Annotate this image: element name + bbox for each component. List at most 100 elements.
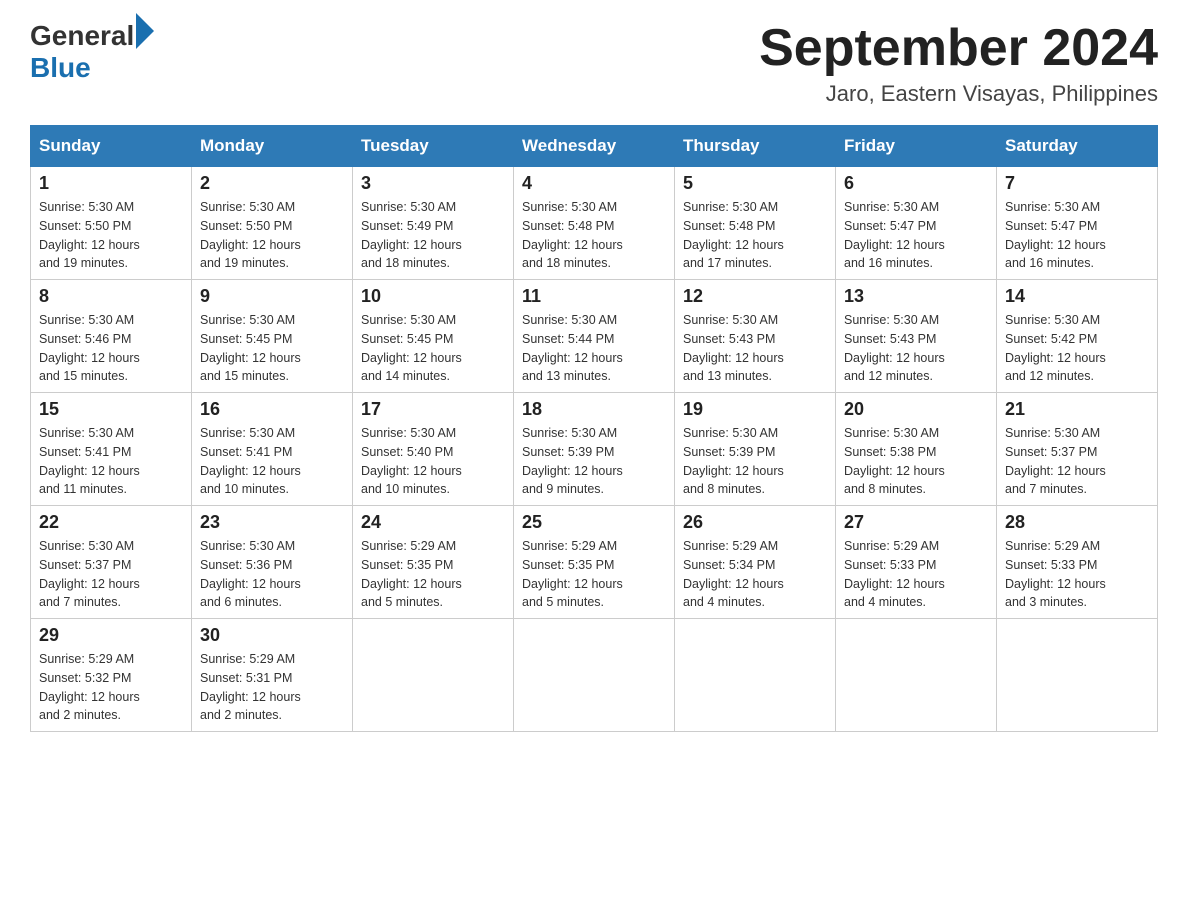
calendar-cell: 16Sunrise: 5:30 AMSunset: 5:41 PMDayligh…	[192, 393, 353, 506]
day-number: 12	[683, 286, 827, 307]
calendar-cell: 21 Sunrise: 5:30 AMSunset: 5:37 PMDayligh…	[997, 393, 1158, 506]
day-info: Sunrise: 5:30 AMSunset: 5:43 PMDaylight:…	[844, 311, 988, 386]
day-number: 3	[361, 173, 505, 194]
day-number: 26	[683, 512, 827, 533]
calendar-cell: 14 Sunrise: 5:30 AMSunset: 5:42 PMDayligh…	[997, 280, 1158, 393]
calendar-cell: 4 Sunrise: 5:30 AMSunset: 5:48 PMDaylight…	[514, 167, 675, 280]
day-info: Sunrise: 5:30 AMSunset: 5:37 PMDaylight:…	[39, 537, 183, 612]
page-header: General Blue September 2024 Jaro, Easter…	[30, 20, 1158, 107]
calendar-cell: 30 Sunrise: 5:29 AMSunset: 5:31 PMDayligh…	[192, 619, 353, 732]
day-info: Sunrise: 5:30 AMSunset: 5:39 PMDaylight:…	[522, 424, 666, 499]
logo-triangle-icon	[136, 13, 154, 49]
day-info: Sunrise: 5:30 AMSunset: 5:41 PMDaylight:…	[200, 424, 344, 499]
day-info: Sunrise: 5:30 AMSunset: 5:40 PMDaylight:…	[361, 424, 505, 499]
calendar-cell	[675, 619, 836, 732]
day-number: 22	[39, 512, 183, 533]
day-info: Sunrise: 5:29 AMSunset: 5:35 PMDaylight:…	[361, 537, 505, 612]
day-info: Sunrise: 5:29 AMSunset: 5:35 PMDaylight:…	[522, 537, 666, 612]
calendar-header-row: SundayMondayTuesdayWednesdayThursdayFrid…	[31, 126, 1158, 167]
calendar-cell: 11 Sunrise: 5:30 AMSunset: 5:44 PMDayligh…	[514, 280, 675, 393]
calendar-cell: 19 Sunrise: 5:30 AMSunset: 5:39 PMDayligh…	[675, 393, 836, 506]
day-number: 24	[361, 512, 505, 533]
calendar-cell: 27 Sunrise: 5:29 AMSunset: 5:33 PMDayligh…	[836, 506, 997, 619]
calendar-title: September 2024	[759, 20, 1158, 77]
day-number: 7	[1005, 173, 1149, 194]
day-number: 15	[39, 399, 183, 420]
day-info: Sunrise: 5:30 AMSunset: 5:43 PMDaylight:…	[683, 311, 827, 386]
calendar-cell: 3 Sunrise: 5:30 AMSunset: 5:49 PMDaylight…	[353, 167, 514, 280]
calendar-week-row: 22 Sunrise: 5:30 AMSunset: 5:37 PMDayligh…	[31, 506, 1158, 619]
column-header-wednesday: Wednesday	[514, 126, 675, 167]
day-number: 28	[1005, 512, 1149, 533]
column-header-friday: Friday	[836, 126, 997, 167]
calendar-cell	[997, 619, 1158, 732]
calendar-cell: 20 Sunrise: 5:30 AMSunset: 5:38 PMDayligh…	[836, 393, 997, 506]
day-number: 11	[522, 286, 666, 307]
day-number: 13	[844, 286, 988, 307]
calendar-cell: 28 Sunrise: 5:29 AMSunset: 5:33 PMDayligh…	[997, 506, 1158, 619]
calendar-week-row: 15 Sunrise: 5:30 AMSunset: 5:41 PMDayligh…	[31, 393, 1158, 506]
calendar-cell: 23Sunrise: 5:30 AMSunset: 5:36 PMDayligh…	[192, 506, 353, 619]
calendar-cell: 22 Sunrise: 5:30 AMSunset: 5:37 PMDayligh…	[31, 506, 192, 619]
day-info: Sunrise: 5:30 AMSunset: 5:38 PMDaylight:…	[844, 424, 988, 499]
day-info: Sunrise: 5:29 AMSunset: 5:34 PMDaylight:…	[683, 537, 827, 612]
day-info: Sunrise: 5:30 AMSunset: 5:48 PMDaylight:…	[522, 198, 666, 273]
day-info: Sunrise: 5:30 AMSunset: 5:39 PMDaylight:…	[683, 424, 827, 499]
day-info: Sunrise: 5:30 AMSunset: 5:47 PMDaylight:…	[844, 198, 988, 273]
day-info: Sunrise: 5:29 AMSunset: 5:31 PMDaylight:…	[200, 650, 344, 725]
day-number: 19	[683, 399, 827, 420]
day-info: Sunrise: 5:30 AMSunset: 5:37 PMDaylight:…	[1005, 424, 1149, 499]
calendar-cell: 10 Sunrise: 5:30 AMSunset: 5:45 PMDayligh…	[353, 280, 514, 393]
calendar-cell: 24 Sunrise: 5:29 AMSunset: 5:35 PMDayligh…	[353, 506, 514, 619]
calendar-subtitle: Jaro, Eastern Visayas, Philippines	[759, 81, 1158, 107]
day-number: 21	[1005, 399, 1149, 420]
calendar-cell: 5Sunrise: 5:30 AMSunset: 5:48 PMDaylight…	[675, 167, 836, 280]
calendar-week-row: 8 Sunrise: 5:30 AMSunset: 5:46 PMDaylight…	[31, 280, 1158, 393]
logo-blue-text: Blue	[30, 52, 91, 84]
calendar-cell: 29 Sunrise: 5:29 AMSunset: 5:32 PMDayligh…	[31, 619, 192, 732]
calendar-week-row: 29 Sunrise: 5:29 AMSunset: 5:32 PMDayligh…	[31, 619, 1158, 732]
day-info: Sunrise: 5:30 AMSunset: 5:47 PMDaylight:…	[1005, 198, 1149, 273]
day-info: Sunrise: 5:30 AMSunset: 5:46 PMDaylight:…	[39, 311, 183, 386]
calendar-week-row: 1Sunrise: 5:30 AMSunset: 5:50 PMDaylight…	[31, 167, 1158, 280]
day-number: 4	[522, 173, 666, 194]
day-info: Sunrise: 5:29 AMSunset: 5:32 PMDaylight:…	[39, 650, 183, 725]
day-number: 25	[522, 512, 666, 533]
day-info: Sunrise: 5:30 AMSunset: 5:49 PMDaylight:…	[361, 198, 505, 273]
calendar-cell: 1Sunrise: 5:30 AMSunset: 5:50 PMDaylight…	[31, 167, 192, 280]
calendar-cell: 2 Sunrise: 5:30 AMSunset: 5:50 PMDaylight…	[192, 167, 353, 280]
day-info: Sunrise: 5:30 AMSunset: 5:44 PMDaylight:…	[522, 311, 666, 386]
day-number: 14	[1005, 286, 1149, 307]
day-info: Sunrise: 5:29 AMSunset: 5:33 PMDaylight:…	[844, 537, 988, 612]
calendar-cell	[836, 619, 997, 732]
day-info: Sunrise: 5:30 AMSunset: 5:50 PMDaylight:…	[200, 198, 344, 273]
day-number: 8	[39, 286, 183, 307]
day-number: 2	[200, 173, 344, 194]
day-number: 23	[200, 512, 344, 533]
calendar-cell: 26 Sunrise: 5:29 AMSunset: 5:34 PMDayligh…	[675, 506, 836, 619]
calendar-cell: 13 Sunrise: 5:30 AMSunset: 5:43 PMDayligh…	[836, 280, 997, 393]
day-info: Sunrise: 5:29 AMSunset: 5:33 PMDaylight:…	[1005, 537, 1149, 612]
day-number: 30	[200, 625, 344, 646]
day-number: 9	[200, 286, 344, 307]
day-number: 18	[522, 399, 666, 420]
day-info: Sunrise: 5:30 AMSunset: 5:42 PMDaylight:…	[1005, 311, 1149, 386]
calendar-cell: 15 Sunrise: 5:30 AMSunset: 5:41 PMDayligh…	[31, 393, 192, 506]
title-block: September 2024 Jaro, Eastern Visayas, Ph…	[759, 20, 1158, 107]
logo: General Blue	[30, 20, 154, 84]
calendar-cell: 8 Sunrise: 5:30 AMSunset: 5:46 PMDaylight…	[31, 280, 192, 393]
day-number: 29	[39, 625, 183, 646]
day-info: Sunrise: 5:30 AMSunset: 5:45 PMDaylight:…	[361, 311, 505, 386]
calendar-cell: 7 Sunrise: 5:30 AMSunset: 5:47 PMDaylight…	[997, 167, 1158, 280]
day-info: Sunrise: 5:30 AMSunset: 5:48 PMDaylight:…	[683, 198, 827, 273]
calendar-cell: 12 Sunrise: 5:30 AMSunset: 5:43 PMDayligh…	[675, 280, 836, 393]
day-number: 20	[844, 399, 988, 420]
column-header-thursday: Thursday	[675, 126, 836, 167]
day-number: 27	[844, 512, 988, 533]
calendar-cell: 25 Sunrise: 5:29 AMSunset: 5:35 PMDayligh…	[514, 506, 675, 619]
day-number: 10	[361, 286, 505, 307]
day-number: 6	[844, 173, 988, 194]
calendar-cell: 17Sunrise: 5:30 AMSunset: 5:40 PMDayligh…	[353, 393, 514, 506]
day-info: Sunrise: 5:30 AMSunset: 5:41 PMDaylight:…	[39, 424, 183, 499]
calendar-cell: 6 Sunrise: 5:30 AMSunset: 5:47 PMDaylight…	[836, 167, 997, 280]
